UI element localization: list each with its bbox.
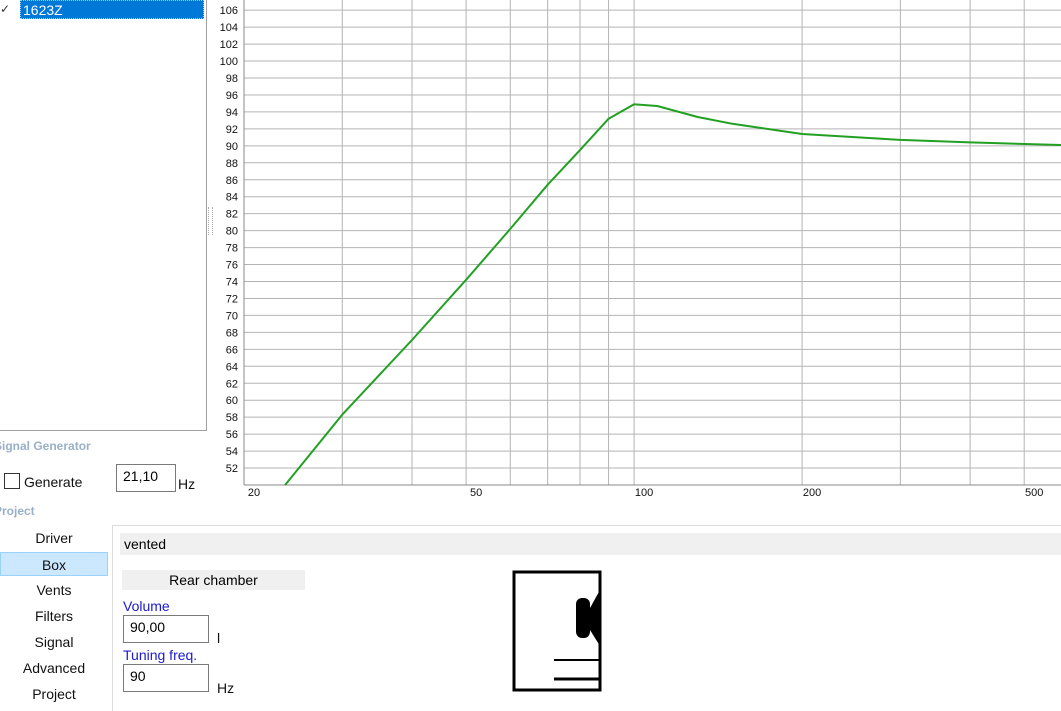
frequency-response-chart: 52 54 56 58 60 62 64 66 68 70 72 74 76 78 80 82 84 86 88 90… xyxy=(220,0,1061,499)
nav-item-project[interactable]: Project xyxy=(0,682,108,706)
signal-generator-heading: Signal Generator xyxy=(0,439,91,453)
y-tick-label: 60 xyxy=(226,395,238,407)
generate-checkbox[interactable] xyxy=(4,473,20,489)
y-tick-label: 84 xyxy=(226,192,238,204)
y-tick-label: 52 xyxy=(226,463,238,475)
y-tick-label: 80 xyxy=(226,226,238,238)
y-tick-label: 94 xyxy=(226,107,238,119)
checkmark-icon[interactable]: ✓ xyxy=(0,3,12,15)
y-tick-label: 88 xyxy=(226,158,238,170)
y-tick-label: 70 xyxy=(226,310,238,322)
nav-item-box[interactable]: Box xyxy=(0,552,108,576)
y-tick-label: 86 xyxy=(226,175,238,187)
tuning-label: Tuning freq. xyxy=(123,647,198,663)
project-heading: Project xyxy=(0,504,35,518)
vented-box-diagram-icon xyxy=(512,570,602,692)
y-tick-label: 66 xyxy=(226,344,238,356)
x-tick-label: 50 xyxy=(470,487,482,499)
y-tick-label: 82 xyxy=(226,209,238,221)
driver-list[interactable]: ✓ 1623Z xyxy=(0,0,207,431)
rear-chamber-heading: Rear chamber xyxy=(122,570,305,590)
y-tick-label: 100 xyxy=(220,56,238,68)
y-tick-label: 76 xyxy=(226,260,238,272)
y-tick-label: 104 xyxy=(220,22,238,34)
nav-item-vents[interactable]: Vents xyxy=(0,578,108,602)
frequency-input[interactable]: 21,10 xyxy=(116,464,176,492)
x-tick-label: 500 xyxy=(1025,487,1043,499)
frequency-unit: Hz xyxy=(178,476,196,492)
y-tick-label: 64 xyxy=(226,361,238,373)
y-tick-label: 54 xyxy=(226,446,238,458)
volume-unit: l xyxy=(217,630,221,646)
tuning-input[interactable]: 90 xyxy=(123,664,209,692)
y-tick-label: 102 xyxy=(220,39,238,51)
y-tick-label: 68 xyxy=(226,327,238,339)
y-tick-label: 74 xyxy=(226,277,238,289)
volume-input[interactable]: 90,00 xyxy=(123,615,209,643)
y-tick-label: 92 xyxy=(226,124,238,136)
y-tick-label: 90 xyxy=(226,141,238,153)
y-tick-label: 98 xyxy=(226,73,238,85)
nav-item-filters[interactable]: Filters xyxy=(0,604,108,628)
x-tick-label: 200 xyxy=(803,487,821,499)
nav-item-signal[interactable]: Signal xyxy=(0,630,108,654)
y-tick-label: 106 xyxy=(220,5,238,17)
volume-label: Volume xyxy=(123,598,170,614)
tuning-unit: Hz xyxy=(217,680,235,696)
driver-list-item[interactable]: 1623Z xyxy=(20,0,204,19)
y-tick-label: 58 xyxy=(226,412,238,424)
y-tick-label: 78 xyxy=(226,243,238,255)
box-type-dropdown[interactable]: vented xyxy=(120,533,1061,555)
nav-item-driver[interactable]: Driver xyxy=(0,526,108,550)
y-tick-label: 62 xyxy=(226,378,238,390)
x-tick-label: 20 xyxy=(248,487,260,499)
plot-area xyxy=(244,0,1061,485)
y-tick-label: 72 xyxy=(226,293,238,305)
generate-label: Generate xyxy=(24,474,83,490)
y-tick-label: 56 xyxy=(226,429,238,441)
x-tick-label: 100 xyxy=(635,487,653,499)
y-tick-label: 96 xyxy=(226,90,238,102)
nav-item-advanced[interactable]: Advanced xyxy=(0,656,108,680)
